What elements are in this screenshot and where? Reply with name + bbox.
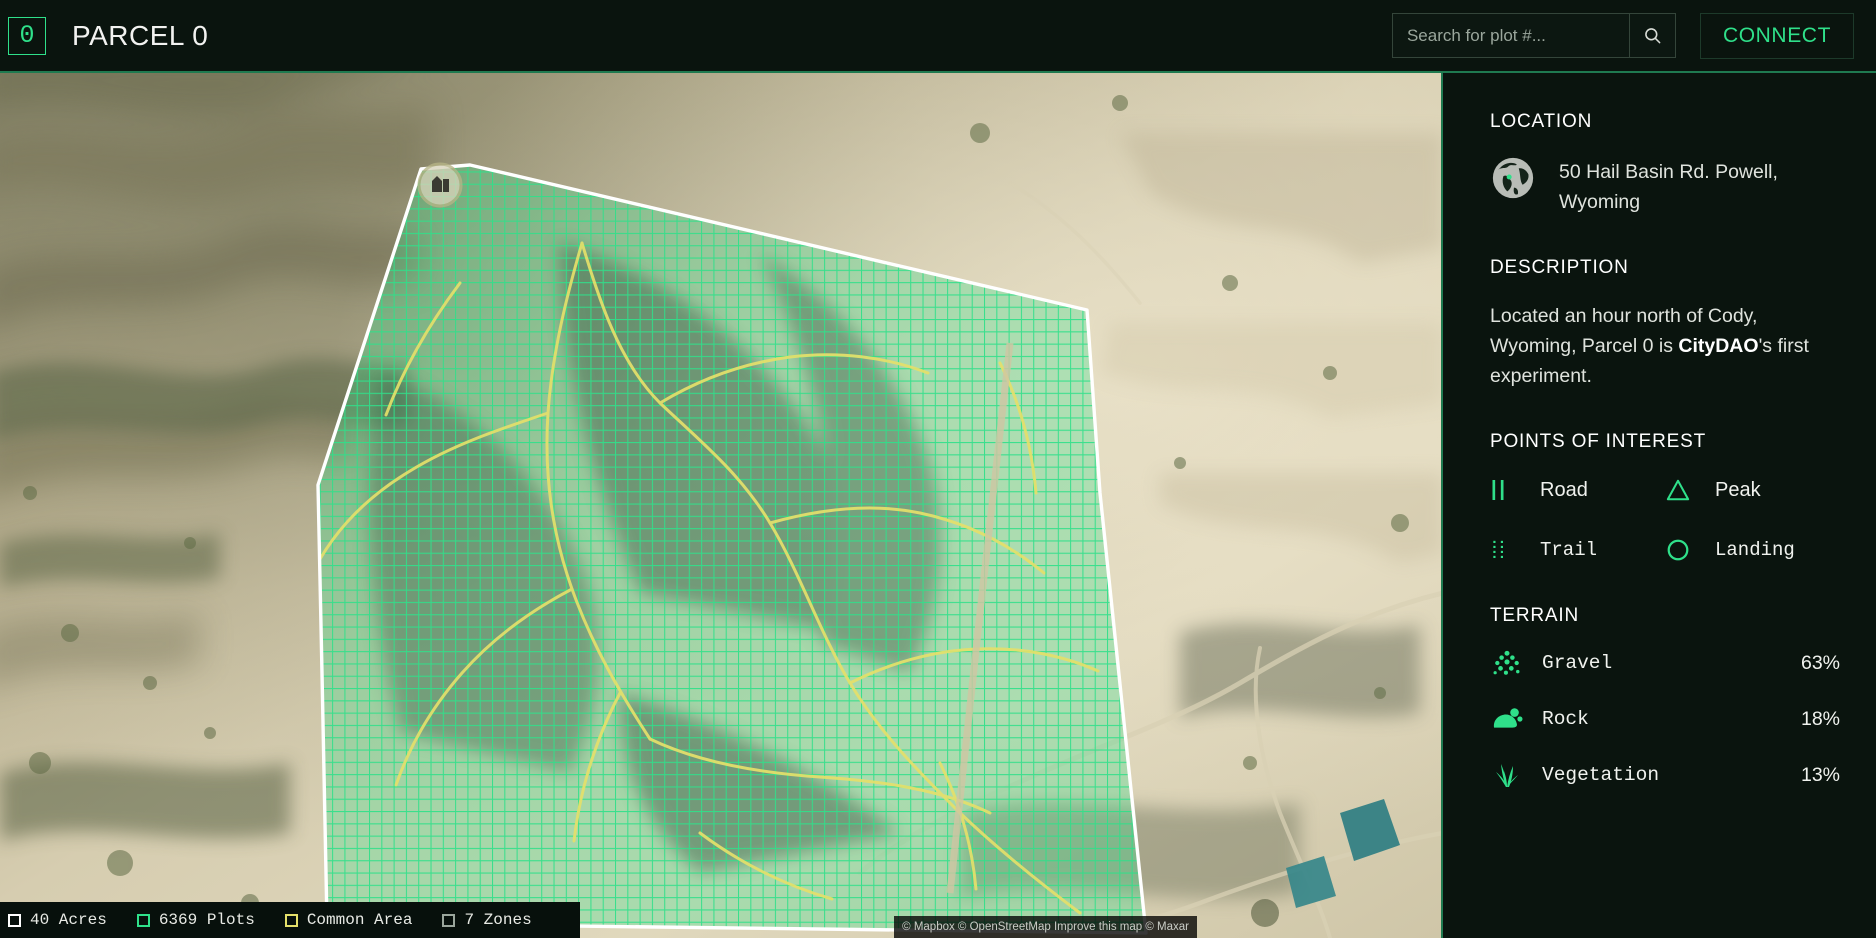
terrain-heading: TERRAIN [1490,605,1579,626]
description-emphasis: CityDAO [1678,335,1759,357]
page-title: PARCEL 0 [72,19,209,51]
description-text: Located an hour north of Cody, Wyoming, … [1490,301,1840,391]
poi-label-road: Road [1540,478,1588,501]
legend-item-plots[interactable]: 6369 Plots [136,911,255,929]
poi-item-road[interactable]: Road [1490,475,1665,505]
map-attribution[interactable]: © Mapbox © OpenStreetMap Improve this ma… [894,916,1197,938]
legend-label-common-area: Common Area [306,911,413,929]
legend-swatch-plots [136,913,150,927]
terrain-row-gravel[interactable]: Gravel 63% [1490,649,1840,677]
legend-swatch-common-area [284,913,298,927]
search-input[interactable] [1392,14,1629,57]
search-icon [1645,28,1661,44]
terrain-label-vegetation: Vegetation [1542,764,1660,786]
logo-glyph: 0 [19,21,35,50]
globe-icon [1492,157,1534,199]
points-of-interest-grid: Road Peak Trail Landing [1490,475,1840,565]
legend-item-zones[interactable]: 7 Zones [442,911,532,929]
search-button[interactable] [1628,14,1675,57]
parcel-details-sidebar: LOCATION 50 Hail Basin Rd. Powell, Wyomi… [1443,73,1876,938]
connect-button[interactable]: CONNECT [1699,12,1854,59]
parcel-zero-logo-icon[interactable]: 0 [8,16,46,55]
legend-label-plots: 6369 Plots [158,911,255,929]
location-row: 50 Hail Basin Rd. Powell, Wyoming [1490,155,1840,217]
parcel-explorer-app: 0 PARCEL 0 CONNECT [0,0,1876,938]
road-bars-icon [1490,475,1524,505]
description-heading: DESCRIPTION [1490,257,1629,278]
poi-label-peak: Peak [1715,478,1761,501]
legend-swatch-acres [8,913,21,927]
location-address: 50 Hail Basin Rd. Powell, Wyoming [1559,161,1778,213]
trail-dots-icon [1490,535,1524,565]
gravel-pebbles-icon [1493,650,1520,675]
legend-label-zones: 7 Zones [464,911,532,929]
terrain-label-rock: Rock [1542,708,1589,730]
poi-label-landing: Landing [1715,539,1795,561]
map-legend-bar: 40 Acres 6369 Plots Common Area 7 Zones [0,902,580,938]
location-heading: LOCATION [1490,111,1593,132]
terrain-label-gravel: Gravel [1542,652,1613,674]
poi-item-trail[interactable]: Trail [1490,535,1665,565]
terrain-row-vegetation[interactable]: Vegetation 13% [1490,761,1840,789]
rock-boulder-icon [1493,708,1523,728]
legend-label-acres: 40 Acres [30,911,107,929]
legend-item-common-area[interactable]: Common Area [284,911,413,929]
peak-triangle-icon [1665,475,1699,505]
legend-item-acres[interactable]: 40 Acres [8,911,107,929]
poi-label-trail: Trail [1540,539,1598,561]
map-canvas[interactable]: 40 Acres 6369 Plots Common Area 7 Zones … [0,73,1443,938]
terrain-row-rock[interactable]: Rock 18% [1490,705,1840,733]
landing-circle-icon [1665,535,1699,565]
search-bar [1391,13,1676,58]
map-satellite-imagery [0,73,1441,938]
terrain-value-vegetation: 13% [1800,763,1840,786]
landmark-marker-icon [417,162,463,208]
points-of-interest-heading: POINTS OF INTEREST [1490,431,1707,452]
vegetation-grass-icon [1496,764,1518,787]
terrain-value-rock: 18% [1800,707,1840,730]
app-header: 0 PARCEL 0 CONNECT [0,0,1876,73]
legend-swatch-zones [442,913,456,927]
poi-item-peak[interactable]: Peak [1665,475,1840,505]
terrain-value-gravel: 63% [1800,651,1840,674]
poi-item-landing[interactable]: Landing [1665,535,1840,565]
